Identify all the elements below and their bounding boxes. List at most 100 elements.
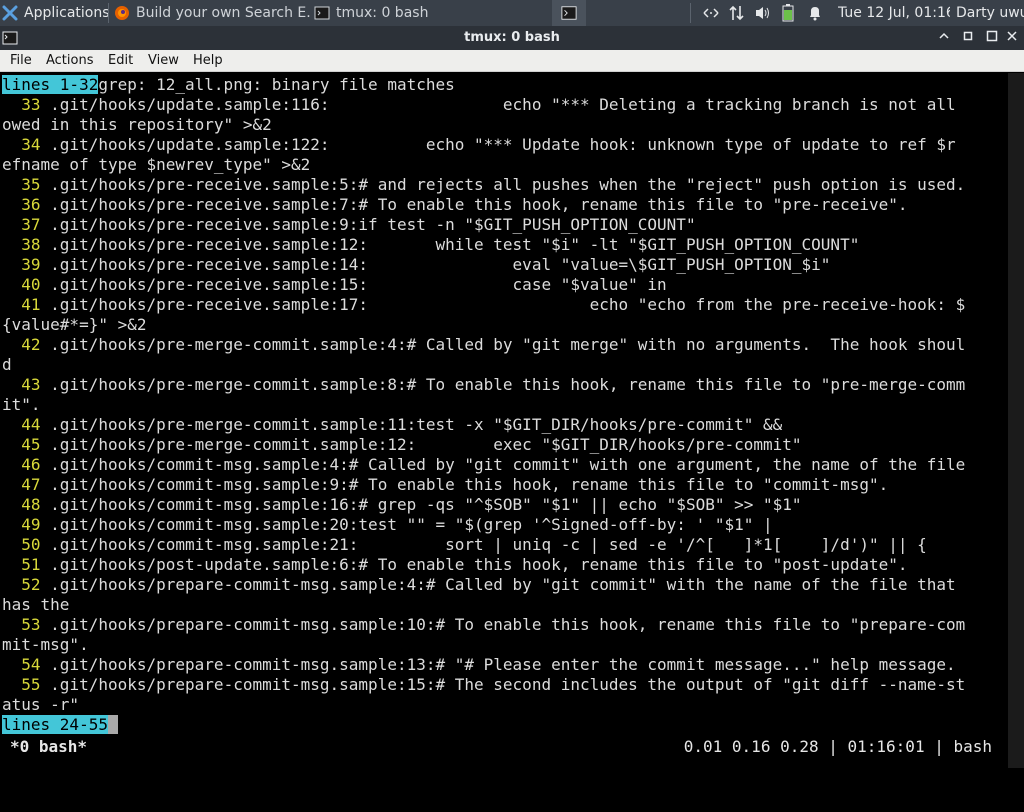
line-text: has the bbox=[2, 595, 70, 614]
terminal-line: 36 .git/hooks/pre-receive.sample:7:# To … bbox=[2, 195, 965, 215]
terminal-line: {value#*=}" >&2 bbox=[2, 315, 965, 335]
tmux-window-label[interactable]: *0 bash* bbox=[10, 737, 87, 756]
panel-separator bbox=[108, 3, 109, 23]
terminal-line: efname of type $newrev_type" >&2 bbox=[2, 155, 965, 175]
line-number: 39 bbox=[2, 255, 51, 274]
taskbar-item-terminal[interactable]: tmux: 0 bash bbox=[312, 0, 508, 26]
line-number: 38 bbox=[2, 235, 51, 254]
window-titlebar[interactable]: tmux: 0 bash bbox=[0, 26, 1024, 50]
line-text: .git/hooks/update.sample:122: echo "*** … bbox=[50, 135, 956, 154]
line-number: 48 bbox=[2, 495, 51, 514]
line-text: .git/hooks/prepare-commit-msg.sample:4:#… bbox=[50, 575, 956, 594]
taskbar-item-browser[interactable]: Build your own Search E... bbox=[112, 0, 310, 26]
user-menu[interactable]: Darty uwu bbox=[956, 0, 1024, 26]
line-text: .git/hooks/commit-msg.sample:21: sort | … bbox=[50, 535, 927, 554]
line-text: {value#*=}" >&2 bbox=[2, 315, 147, 334]
line-number: 44 bbox=[2, 415, 51, 434]
line-number: 53 bbox=[2, 615, 51, 634]
line-text: grep: 12_all.png: binary file matches bbox=[98, 75, 455, 94]
menu-help[interactable]: Help bbox=[193, 53, 223, 68]
line-number: 33 bbox=[2, 95, 51, 114]
terminal-line: 52 .git/hooks/prepare-commit-msg.sample:… bbox=[2, 575, 965, 595]
terminal-line: 47 .git/hooks/commit-msg.sample:9:# To e… bbox=[2, 475, 965, 495]
applications-menu-button[interactable]: Applications bbox=[2, 0, 110, 26]
close-icon[interactable] bbox=[1004, 30, 1020, 46]
line-text: .git/hooks/prepare-commit-msg.sample:10:… bbox=[50, 615, 966, 634]
line-text: atus -r" bbox=[2, 695, 80, 714]
top-panel: Applications Build your own Search E... … bbox=[0, 0, 1024, 26]
terminal-line: mit-msg". bbox=[2, 635, 965, 655]
menu-bar: File Actions Edit View Help bbox=[0, 50, 1024, 72]
line-text: .git/hooks/pre-receive.sample:15: case "… bbox=[50, 275, 667, 294]
terminal-icon bbox=[314, 5, 330, 21]
line-text: .git/hooks/pre-merge-commit.sample:8:# T… bbox=[50, 375, 966, 394]
minimize-icon[interactable] bbox=[936, 30, 952, 46]
line-number: 46 bbox=[2, 455, 51, 474]
line-number: 41 bbox=[2, 295, 51, 314]
terminal-output: lines 1-32grep: 12_all.png: binary file … bbox=[2, 75, 965, 735]
line-text: .git/hooks/pre-receive.sample:14: eval "… bbox=[50, 255, 831, 274]
menu-file[interactable]: File bbox=[10, 53, 32, 68]
line-text: .git/hooks/update.sample:116: echo "*** … bbox=[50, 95, 956, 114]
maximize-icon[interactable] bbox=[984, 30, 1000, 46]
line-number: 43 bbox=[2, 375, 51, 394]
terminal-area[interactable]: lines 1-32grep: 12_all.png: binary file … bbox=[0, 73, 1024, 768]
menu-view[interactable]: View bbox=[148, 53, 179, 68]
line-number: 35 bbox=[2, 175, 51, 194]
terminal-line: 35 .git/hooks/pre-receive.sample:5:# and… bbox=[2, 175, 965, 195]
line-number: 50 bbox=[2, 535, 51, 554]
notification-bell-icon[interactable] bbox=[808, 0, 824, 26]
line-text: .git/hooks/prepare-commit-msg.sample:15:… bbox=[50, 675, 966, 694]
terminal-line: 34 .git/hooks/update.sample:122: echo "*… bbox=[2, 135, 965, 155]
tmux-status-right: 0.01 0.16 0.28 | 01:16:01 | bash bbox=[683, 737, 992, 756]
battery-icon[interactable] bbox=[782, 0, 798, 26]
line-number: 52 bbox=[2, 575, 51, 594]
line-number: 49 bbox=[2, 515, 51, 534]
clock[interactable]: Tue 12 Jul, 01:16 bbox=[838, 0, 950, 26]
volume-icon[interactable] bbox=[754, 0, 774, 26]
line-text: d bbox=[2, 355, 12, 374]
line-number: 42 bbox=[2, 335, 51, 354]
line-text: .git/hooks/pre-merge-commit.sample:4:# C… bbox=[50, 335, 966, 354]
terminal-line: 37 .git/hooks/pre-receive.sample:9:if te… bbox=[2, 215, 965, 235]
line-number: 34 bbox=[2, 135, 51, 154]
line-text: it". bbox=[2, 395, 41, 414]
firefox-icon bbox=[114, 5, 130, 21]
terminal-line: 44 .git/hooks/pre-merge-commit.sample:11… bbox=[2, 415, 965, 435]
line-text: .git/hooks/pre-merge-commit.sample:11:te… bbox=[50, 415, 783, 434]
terminal-line: 39 .git/hooks/pre-receive.sample:14: eva… bbox=[2, 255, 965, 275]
line-text: .git/hooks/pre-receive.sample:9:if test … bbox=[50, 215, 696, 234]
maximize-icon[interactable] bbox=[960, 30, 976, 46]
terminal-line: 48 .git/hooks/commit-msg.sample:16:# gre… bbox=[2, 495, 965, 515]
line-text: .git/hooks/commit-msg.sample:4:# Called … bbox=[50, 455, 966, 474]
terminal-line: 53 .git/hooks/prepare-commit-msg.sample:… bbox=[2, 615, 965, 635]
network-icon[interactable] bbox=[702, 0, 722, 26]
terminal-line: 40 .git/hooks/pre-receive.sample:15: cas… bbox=[2, 275, 965, 295]
terminal-cursor bbox=[107, 715, 118, 734]
line-number: 36 bbox=[2, 195, 51, 214]
menu-edit[interactable]: Edit bbox=[108, 53, 133, 68]
line-number: 54 bbox=[2, 655, 51, 674]
line-number: 45 bbox=[2, 435, 51, 454]
terminal-line: 42 .git/hooks/pre-merge-commit.sample:4:… bbox=[2, 335, 965, 355]
line-text: .git/hooks/pre-receive.sample:5:# and re… bbox=[50, 175, 966, 194]
line-number: 47 bbox=[2, 475, 51, 494]
terminal-line: 50 .git/hooks/commit-msg.sample:21: sort… bbox=[2, 535, 965, 555]
applications-label: Applications bbox=[24, 5, 110, 21]
terminal-scrollbar[interactable] bbox=[1008, 73, 1024, 768]
tmux-status-bar: *0 bash* 0.01 0.16 0.28 | 01:16:01 | bas… bbox=[0, 736, 1024, 758]
panel-separator bbox=[690, 3, 691, 23]
terminal-line: 46 .git/hooks/commit-msg.sample:4:# Call… bbox=[2, 455, 965, 475]
terminal-line: d bbox=[2, 355, 965, 375]
less-range-indicator: lines 1-32 bbox=[2, 75, 99, 94]
workspace-switcher[interactable] bbox=[552, 0, 586, 26]
terminal-line: lines 1-32grep: 12_all.png: binary file … bbox=[2, 75, 965, 95]
menu-actions[interactable]: Actions bbox=[46, 53, 94, 68]
terminal-line: 51 .git/hooks/post-update.sample:6:# To … bbox=[2, 555, 965, 575]
transfer-icon[interactable] bbox=[728, 0, 748, 26]
line-text: .git/hooks/pre-merge-commit.sample:12: e… bbox=[50, 435, 802, 454]
taskbar-item-terminal-label: tmux: 0 bash bbox=[336, 5, 429, 21]
terminal-line: it". bbox=[2, 395, 965, 415]
line-text: .git/hooks/prepare-commit-msg.sample:13:… bbox=[50, 655, 956, 674]
taskbar-item-browser-label: Build your own Search E... bbox=[136, 5, 310, 21]
